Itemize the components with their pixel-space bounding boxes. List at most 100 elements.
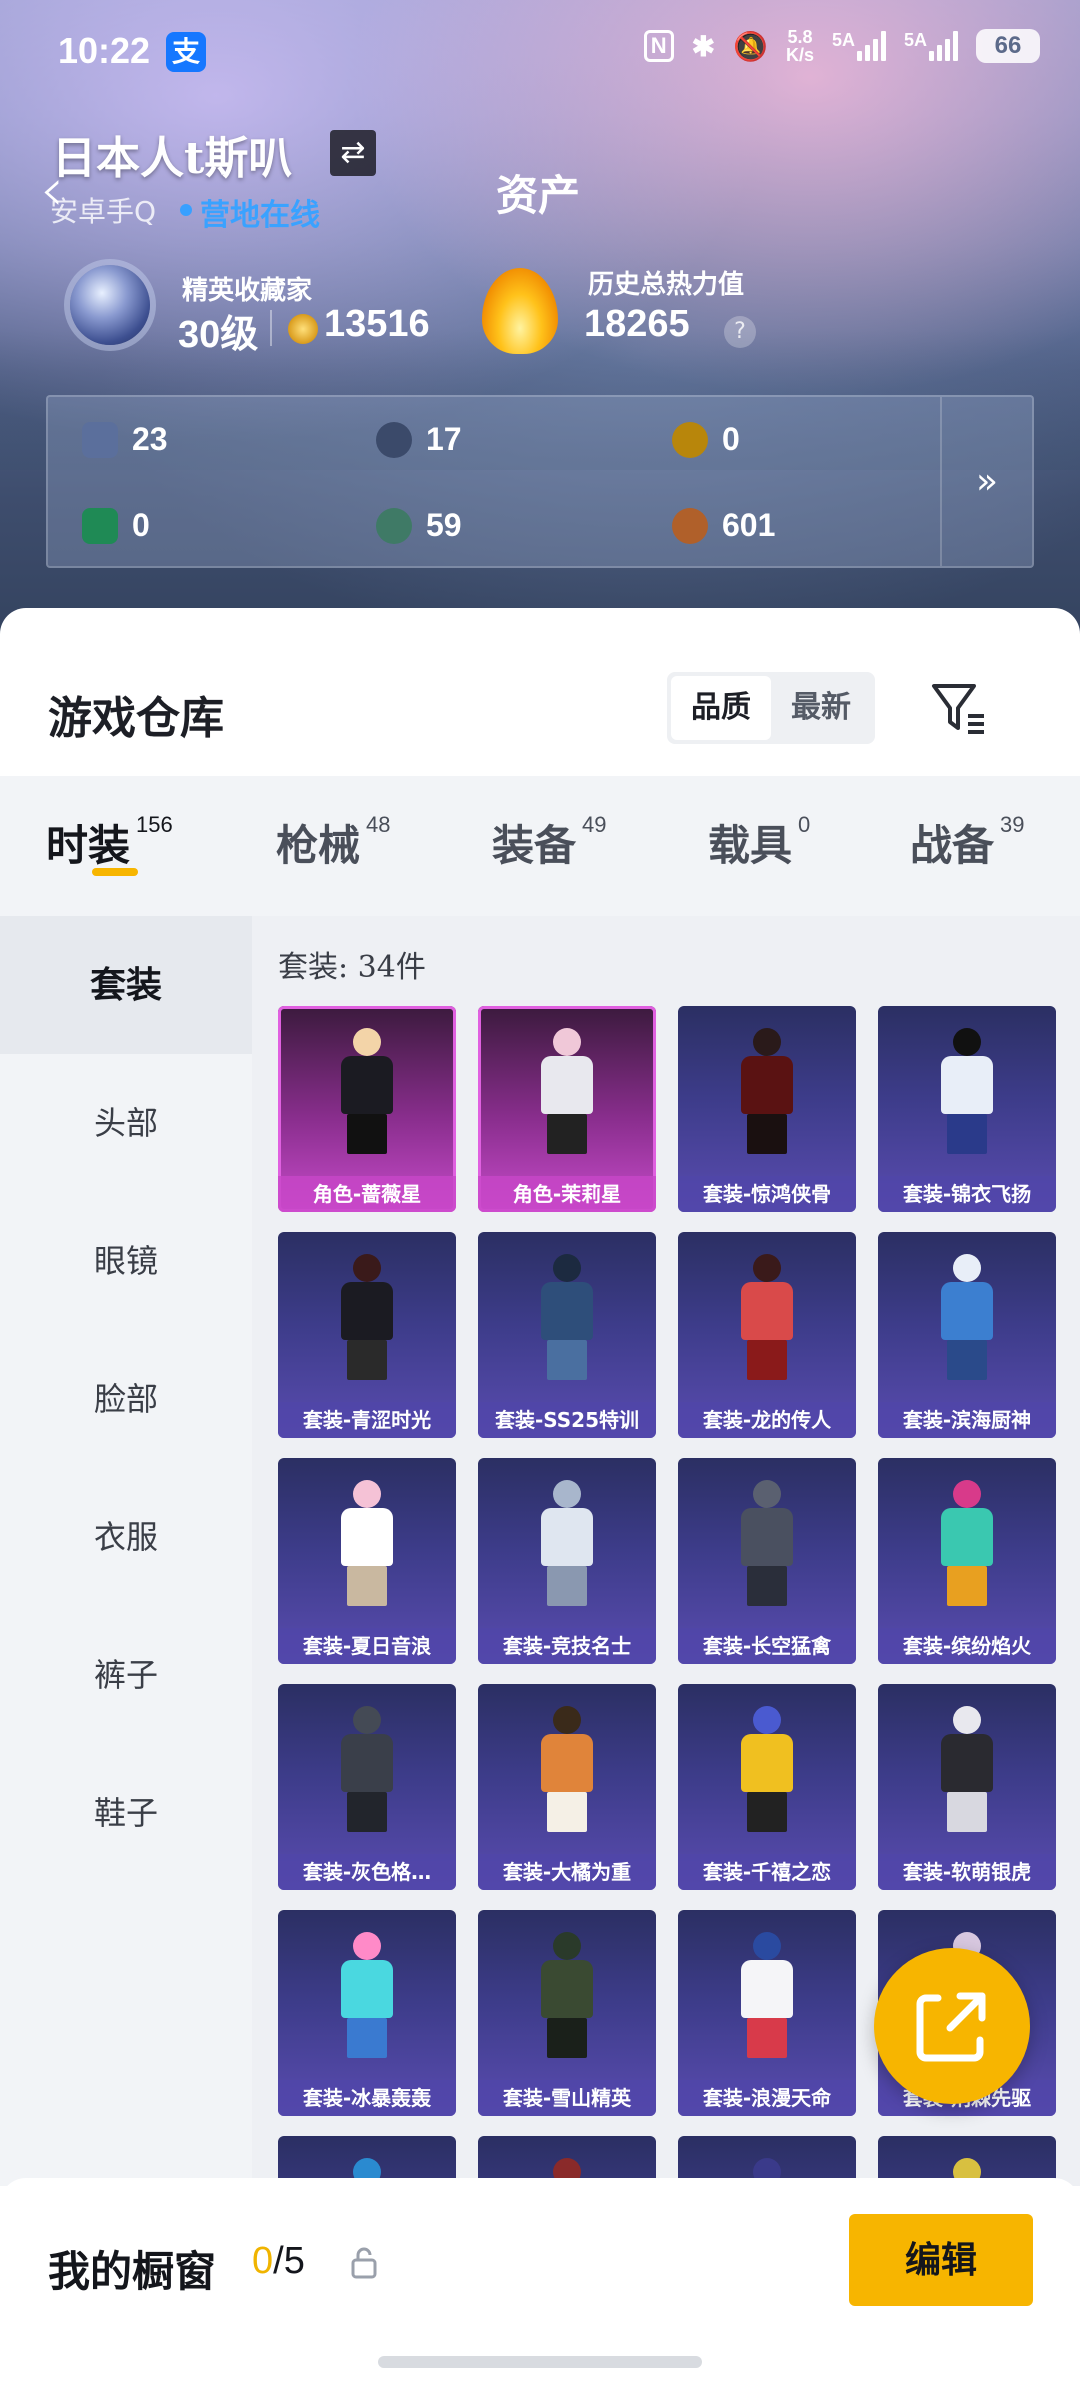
item-card[interactable]: 角色-蔷薇星 xyxy=(278,1006,456,1212)
item-card[interactable]: 套装-锦衣飞扬 xyxy=(878,1006,1056,1212)
tab-fashion[interactable]: 时装 156 xyxy=(46,812,173,873)
tab-label: 时装 xyxy=(46,821,131,870)
item-card[interactable]: 套装-缤纷焰火 xyxy=(878,1458,1056,1664)
item-card[interactable]: 套装-青涩时光 xyxy=(278,1232,456,1438)
item-card[interactable]: 套装-软萌银虎 xyxy=(878,1684,1056,1890)
asset-item[interactable]: 23 xyxy=(82,421,168,458)
item-card[interactable]: 套装-雪山精英 xyxy=(478,1910,656,2116)
item-card-label: 套装-长空猛禽 xyxy=(678,1628,856,1664)
switch-account-icon[interactable]: ⇄ xyxy=(330,130,376,176)
active-tab-indicator xyxy=(92,868,138,876)
asset-item[interactable]: 17 xyxy=(376,421,462,458)
help-icon[interactable]: ? xyxy=(724,316,756,348)
figure-legs xyxy=(947,1792,987,1832)
item-card[interactable]: 套装-竞技名士 xyxy=(478,1458,656,1664)
asset-panel[interactable]: 23 17 0 0 59 601 » xyxy=(46,395,1034,568)
sub-category-nav: 套装 头部 眼镜 脸部 衣服 裤子 鞋子 xyxy=(0,916,252,2186)
bluetooth-icon: ✱ xyxy=(691,30,716,62)
item-card[interactable]: 套装-灰色格… xyxy=(278,1684,456,1890)
item-card-label: 套装-软萌银虎 xyxy=(878,1854,1056,1890)
item-card[interactable]: 套装-夏日音浪 xyxy=(278,1458,456,1664)
bronze-token-icon xyxy=(672,507,708,544)
figure-legs xyxy=(947,1114,987,1154)
showcase-count: 0/5 xyxy=(252,2240,305,2283)
figure-head xyxy=(753,1254,781,1282)
signal-bars-icon xyxy=(856,31,886,61)
tab-vehicles[interactable]: 载具 0 xyxy=(708,812,810,873)
asset-item[interactable]: 59 xyxy=(376,507,462,544)
item-card[interactable]: 套装-惊鸿侠骨 xyxy=(678,1006,856,1212)
heat-value: 18265 xyxy=(584,303,690,345)
status-icons: N ✱ 🔕 5.8 K/s 5A 5A 66 xyxy=(643,28,1040,64)
green-gem-icon xyxy=(376,507,412,544)
figure-head xyxy=(553,1480,581,1508)
side-item-shoes[interactable]: 鞋子 xyxy=(0,1744,252,1882)
share-button[interactable] xyxy=(874,1948,1030,2104)
tab-equipment[interactable]: 装备 49 xyxy=(492,812,607,873)
outfit-figure xyxy=(323,1480,411,1606)
signal-bars-icon xyxy=(929,31,958,61)
grid-heading: 套装: 34件 xyxy=(278,950,426,985)
asset-item[interactable]: 0 xyxy=(82,507,150,544)
item-card[interactable]: 套装-长空猛禽 xyxy=(678,1458,856,1664)
item-card[interactable]: 套装-浪漫天命 xyxy=(678,1910,856,2116)
side-item-glasses[interactable]: 眼镜 xyxy=(0,1192,252,1330)
side-item-face[interactable]: 脸部 xyxy=(0,1330,252,1468)
tab-label: 战备 xyxy=(910,821,995,870)
figure-legs xyxy=(347,1566,387,1606)
tab-guns[interactable]: 枪械 48 xyxy=(276,812,391,873)
figure-head xyxy=(353,1932,381,1960)
page-title: 资产 xyxy=(496,171,581,220)
figure-legs xyxy=(747,1792,787,1832)
item-card[interactable]: 套装-龙的传人 xyxy=(678,1232,856,1438)
flame-icon xyxy=(482,268,558,354)
figure-body xyxy=(341,1734,393,1792)
player-name: 日本人t斯叭 xyxy=(52,133,293,184)
item-card-label: 套装-SS25特训 xyxy=(478,1402,656,1438)
side-item-pants[interactable]: 裤子 xyxy=(0,1606,252,1744)
filter-icon[interactable] xyxy=(928,678,988,738)
figure-body xyxy=(941,1508,993,1566)
tab-count: 48 xyxy=(366,812,391,837)
item-card-label: 套装-龙的传人 xyxy=(678,1402,856,1438)
item-card[interactable]: 套装-滨海厨神 xyxy=(878,1232,1056,1438)
item-card[interactable]: 套装-千禧之恋 xyxy=(678,1684,856,1890)
more-assets-button[interactable]: » xyxy=(940,397,1032,566)
mute-bell-icon: 🔕 xyxy=(733,30,768,62)
side-item-head[interactable]: 头部 xyxy=(0,1054,252,1192)
online-status: 营地在线 xyxy=(200,198,320,233)
outfit-figure xyxy=(323,1932,411,2058)
asset-value: 17 xyxy=(426,421,462,457)
outfit-figure xyxy=(923,1480,1011,1606)
item-card[interactable]: 套装-大橘为重 xyxy=(478,1684,656,1890)
item-card-label: 套装-冰暴轰轰 xyxy=(278,2080,456,2116)
platform-label: 安卓手Q xyxy=(50,195,157,228)
figure-head xyxy=(753,1480,781,1508)
item-card[interactable]: 套装-冰暴轰轰 xyxy=(278,1910,456,2116)
figure-head xyxy=(953,1480,981,1508)
outfit-figure xyxy=(523,1932,611,2058)
sort-latest-button[interactable]: 最新 xyxy=(771,676,871,740)
figure-body xyxy=(541,1056,593,1114)
item-card-label: 套装-雪山精英 xyxy=(478,2080,656,2116)
asset-value: 0 xyxy=(132,507,150,543)
item-card-label: 套装-青涩时光 xyxy=(278,1402,456,1438)
asset-item[interactable]: 0 xyxy=(672,421,740,458)
side-item-clothes[interactable]: 衣服 xyxy=(0,1468,252,1606)
battery-icon: 66 xyxy=(976,29,1040,63)
figure-body xyxy=(341,1508,393,1566)
tab-label: 枪械 xyxy=(276,821,361,870)
edit-button[interactable]: 编辑 xyxy=(849,2214,1033,2306)
item-card-label: 套装-夏日音浪 xyxy=(278,1628,456,1664)
item-card[interactable]: 套装-SS25特训 xyxy=(478,1232,656,1438)
asset-item[interactable]: 601 xyxy=(672,507,775,544)
rank-level: 30级 xyxy=(178,314,259,356)
tab-label: 载具 xyxy=(708,821,793,870)
item-card-label: 角色-茉莉星 xyxy=(478,1176,656,1212)
signal-1-label: 5A xyxy=(831,30,855,50)
tab-supplies[interactable]: 战备 39 xyxy=(910,812,1025,873)
item-card[interactable]: 角色-茉莉星 xyxy=(478,1006,656,1212)
figure-head xyxy=(353,1254,381,1282)
side-item-sets[interactable]: 套装 xyxy=(0,916,252,1054)
sort-quality-button[interactable]: 品质 xyxy=(671,676,771,740)
